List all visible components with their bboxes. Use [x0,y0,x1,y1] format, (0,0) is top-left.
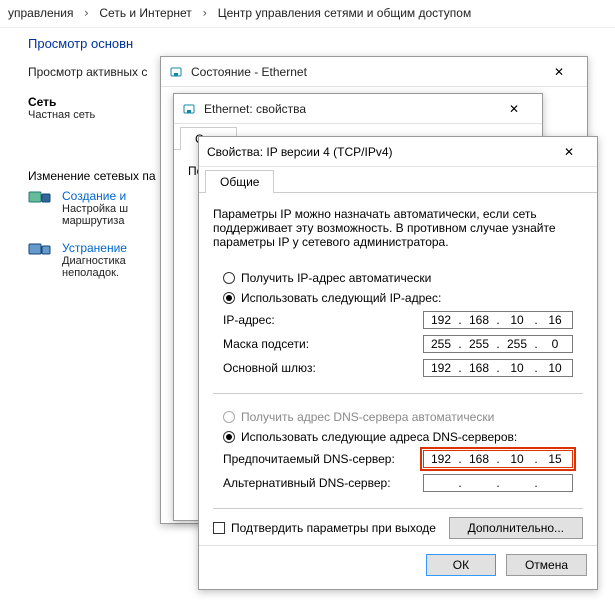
radio-dns-manual[interactable]: Использовать следующие адреса DNS-сервер… [223,430,573,444]
advanced-button[interactable]: Дополнительно... [449,517,583,539]
trouble-link-text: Устранение [62,241,127,255]
preferred-dns-field[interactable]: 192. 168. 10. 15 [423,450,573,468]
window-ipv4-properties: Свойства: IP версии 4 (TCP/IPv4) ✕ Общие… [198,136,598,590]
window-title: Ethernet: свойства [204,102,486,116]
radio-label: Получить IP-адрес автоматически [241,271,431,285]
alternate-dns-field[interactable]: . . . [423,474,573,492]
window-title: Состояние - Ethernet [191,65,531,79]
crumb-sep-icon: › [77,6,96,20]
cancel-button[interactable]: Отмена [506,554,587,576]
checkbox-label: Подтвердить параметры при выходе [231,521,436,535]
radio-label: Использовать следующий IP-адрес: [241,291,441,305]
tab-general[interactable]: Общие [205,170,274,193]
subnet-mask-label: Маска подсети: [223,337,423,351]
radio-ip-manual[interactable]: Использовать следующий IP-адрес: [223,291,573,305]
gateway-field[interactable]: 192. 168. 10. 10 [423,359,573,377]
troubleshoot-icon [28,241,52,261]
radio-icon [223,272,235,284]
trouble-desc-1: Диагностика [62,255,127,267]
crumb-b[interactable]: Сеть и Интернет [99,6,191,20]
checkbox-icon [213,522,225,534]
crumb-sep-icon: › [195,6,214,20]
breadcrumb: управления › Сеть и Интернет › Центр упр… [0,0,615,28]
preferred-dns-label: Предпочитаемый DNS-сервер: [223,452,423,466]
crumb-a[interactable]: управления [8,6,73,20]
trouble-desc-2: неполадок. [62,267,127,279]
ethernet-icon [169,65,183,79]
radio-icon [223,431,235,443]
ip-address-label: IP-адрес: [223,313,423,327]
close-icon[interactable]: ✕ [539,60,579,84]
crumb-c[interactable]: Центр управления сетями и общим доступом [218,6,472,20]
subnet-mask-field[interactable]: 255. 255. 255. 0 [423,335,573,353]
intro-text: Параметры IP можно назначать автоматичес… [213,207,583,249]
network-wizard-icon [28,189,52,209]
radio-icon [223,292,235,304]
radio-dns-auto: Получить адрес DNS-сервера автоматически [223,410,573,424]
close-icon[interactable]: ✕ [549,140,589,164]
gateway-label: Основной шлюз: [223,361,423,375]
radio-label: Получить адрес DNS-сервера автоматически [241,410,494,424]
radio-ip-auto[interactable]: Получить IP-адрес автоматически [223,271,573,285]
ethernet-icon [182,102,196,116]
radio-icon [223,411,235,423]
radio-label: Использовать следующие адреса DNS-сервер… [241,430,517,444]
ip-address-field[interactable]: 192. 168. 10. 16 [423,311,573,329]
create-link-text: Создание и [62,189,128,203]
create-desc-1: Настройка ш [62,203,128,215]
ok-button[interactable]: ОК [426,554,496,576]
close-icon[interactable]: ✕ [494,97,534,121]
alternate-dns-label: Альтернативный DNS-сервер: [223,476,423,490]
window-title: Свойства: IP версии 4 (TCP/IPv4) [207,145,541,159]
create-desc-2: маршрутиза [62,215,128,227]
page-title: Просмотр основн [28,36,588,51]
validate-checkbox[interactable]: Подтвердить параметры при выходе [213,521,449,535]
